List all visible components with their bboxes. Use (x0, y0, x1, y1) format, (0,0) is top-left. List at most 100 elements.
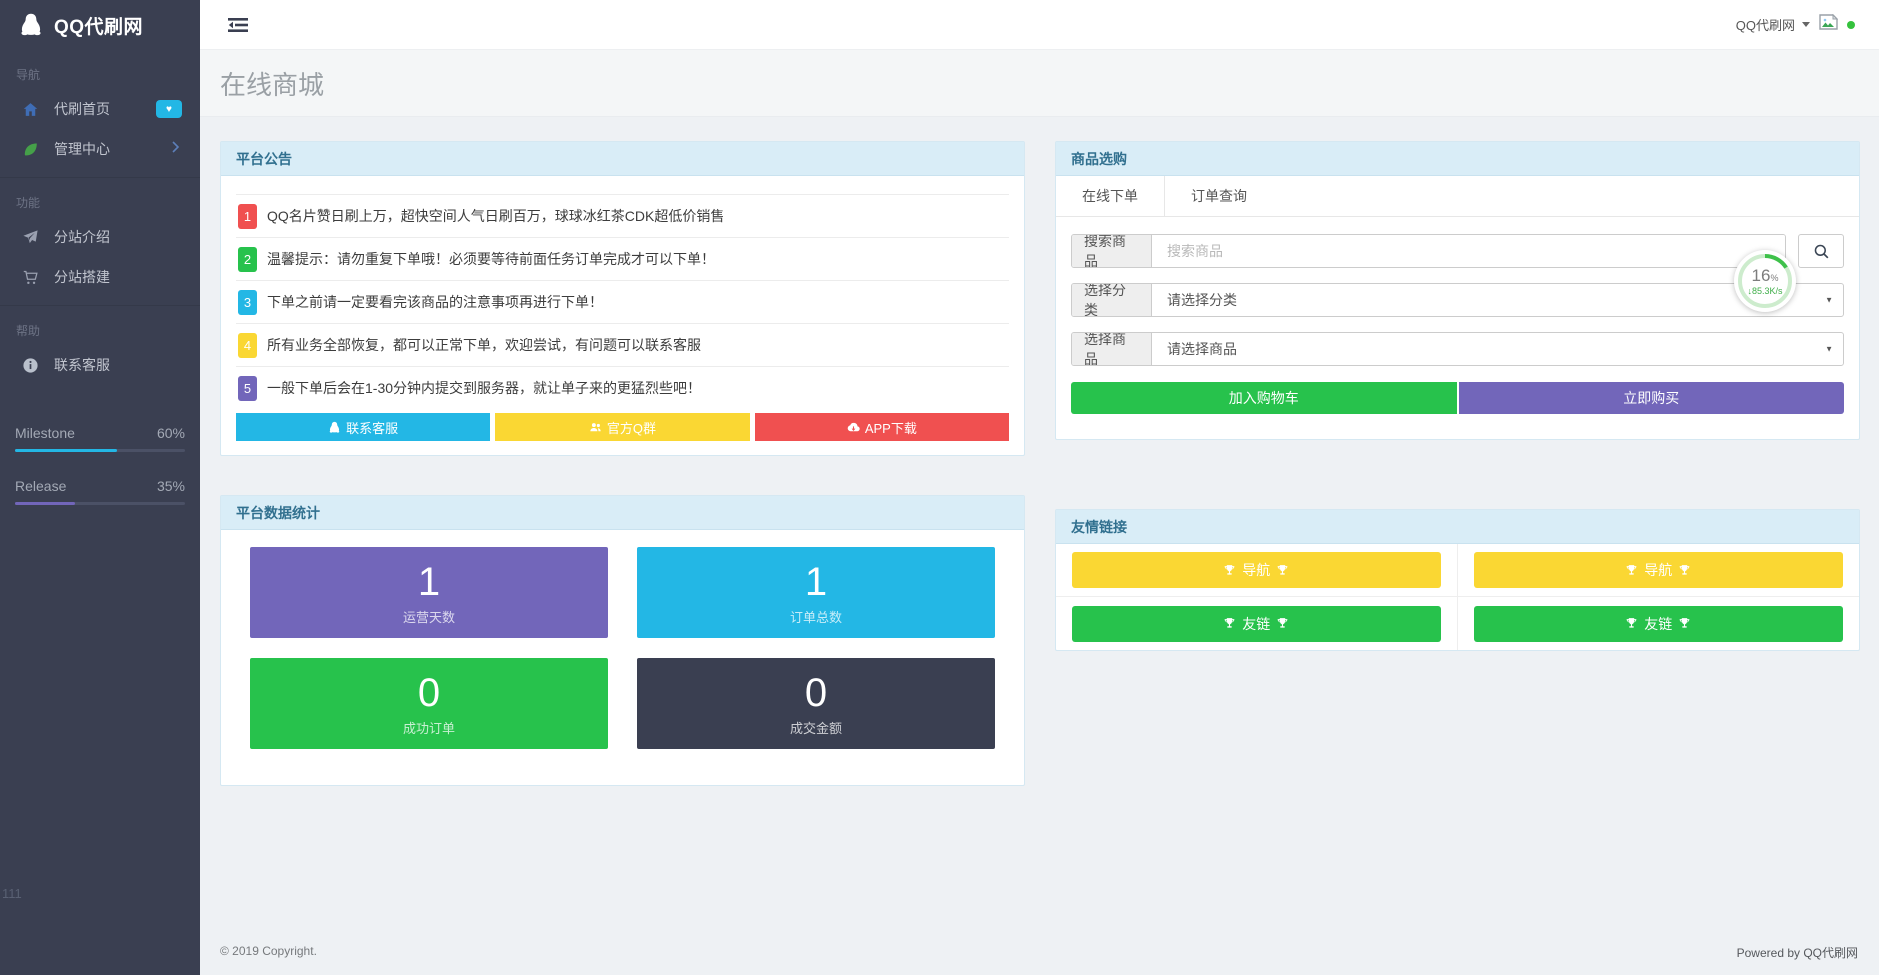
sidebar-section-nav: 导航 代刷首页 ♥ 管理中心 (0, 50, 200, 169)
announcement-item: 5 一般下单后会在1-30分钟内提交到服务器，就让单子来的更猛烈些吧！ (236, 366, 1009, 409)
milestone-progress: Milestone 60% (15, 425, 185, 452)
user-dropdown[interactable]: QQ代刷网 (1736, 15, 1810, 34)
link-cell: 导航 (1458, 544, 1860, 597)
sidebar: QQ代刷网 导航 代刷首页 ♥ 管理中心 功能 (0, 0, 200, 975)
announcement-number-badge: 4 (238, 333, 257, 358)
contact-support-button[interactable]: 联系客服 (236, 413, 490, 441)
sidebar-section-label: 导航 (0, 58, 200, 89)
product-row: 选择商品 请选择商品 ▼ (1071, 332, 1844, 366)
page-title: 在线商城 (220, 65, 324, 102)
info-icon (20, 355, 40, 375)
product-select-value: 请选择商品 (1152, 333, 1843, 365)
progress-value: 60% (157, 425, 185, 441)
friend-link-button[interactable]: 友链 (1474, 606, 1844, 642)
progress-track (15, 449, 185, 452)
caret-down-icon (1802, 22, 1810, 27)
stat-card-amount: 0 成交金额 (637, 658, 995, 749)
sidebar-item-label: 代刷首页 (54, 99, 110, 119)
stat-value: 1 (805, 560, 827, 604)
home-icon (20, 99, 40, 119)
trophy-icon (1678, 617, 1691, 630)
tab-order-query[interactable]: 订单查询 (1165, 176, 1273, 216)
app-download-button[interactable]: APP下载 (755, 413, 1009, 441)
announcement-text: 温馨提示：请勿重复下单哦！必须要等待前面任务订单完成才可以下单！ (267, 249, 715, 269)
link-cell: 友链 (1458, 597, 1860, 650)
right-column: 商品选购 在线下单 订单查询 搜索商品 (1055, 141, 1860, 786)
users-icon (589, 421, 602, 434)
topbar: QQ代刷网 (200, 0, 1879, 50)
main-area: QQ代刷网 在线商城 (200, 0, 1879, 975)
sidebar-section-functions: 功能 分站介绍 分站搭建 (0, 177, 200, 297)
broken-avatar-image-icon (1819, 14, 1838, 35)
category-field-label: 选择分类 (1072, 284, 1152, 316)
search-input[interactable] (1152, 235, 1785, 267)
announcement-number-badge: 5 (238, 376, 257, 401)
app-window: QQ代刷网 导航 代刷首页 ♥ 管理中心 功能 (0, 0, 1879, 975)
search-icon (1813, 243, 1830, 260)
trophy-icon (1625, 617, 1638, 630)
sidebar-item-substation-intro[interactable]: 分站介绍 (0, 217, 200, 257)
download-speed-widget[interactable]: 16% ↓85.3K/s (1734, 250, 1796, 312)
sidebar-item-substation-build[interactable]: 分站搭建 (0, 257, 200, 297)
announcement-buttons: 联系客服 官方Q群 APP下载 (236, 413, 1009, 441)
qq-penguin-icon (18, 12, 44, 38)
link-cell: 友链 (1056, 597, 1458, 650)
sidebar-section-help: 帮助 联系客服 (0, 305, 200, 385)
stat-label: 订单总数 (790, 607, 842, 626)
nav-link-button[interactable]: 导航 (1474, 552, 1844, 588)
sidebar-item-contact-support[interactable]: 联系客服 (0, 345, 200, 385)
footer: © 2019 Copyright. Powered by QQ代刷网 (220, 944, 1858, 961)
stat-value: 1 (418, 560, 440, 604)
announcements-body: 1 QQ名片赞日刷上万，超快空间人气日刷百万，球球冰红茶CDK超低价销售 2 温… (221, 176, 1024, 455)
caret-down-icon: ▼ (1825, 296, 1833, 305)
qq-penguin-icon (328, 421, 341, 434)
announcement-number-badge: 1 (238, 204, 257, 229)
sidebar-item-admin-center[interactable]: 管理中心 (0, 129, 200, 169)
trophy-icon (1276, 617, 1289, 630)
friend-links-grid: 导航 导航 (1056, 544, 1859, 650)
brand-logo[interactable]: QQ代刷网 (0, 0, 200, 50)
category-select[interactable]: 选择分类 请选择分类 ▼ (1071, 283, 1844, 317)
stat-label: 运营天数 (403, 607, 455, 626)
announcement-item: 3 下单之前请一定要看完该商品的注意事项再进行下单！ (236, 280, 1009, 323)
paper-plane-icon (20, 227, 40, 247)
user-name: QQ代刷网 (1736, 15, 1795, 34)
progress-value: 35% (157, 478, 185, 494)
sidebar-toggle-icon[interactable] (228, 14, 252, 36)
announcement-number-badge: 2 (238, 247, 257, 272)
product-select[interactable]: 选择商品 请选择商品 ▼ (1071, 332, 1844, 366)
category-row: 选择分类 请选择分类 ▼ (1071, 283, 1844, 317)
stats-body: 1 运营天数 1 订单总数 0 成功订单 0 成 (221, 530, 1024, 785)
announcement-number-badge: 3 (238, 290, 257, 315)
release-progress: Release 35% (15, 478, 185, 505)
sidebar-item-home[interactable]: 代刷首页 ♥ (0, 89, 200, 129)
sidebar-section-label: 功能 (0, 186, 200, 217)
official-qq-group-button[interactable]: 官方Q群 (495, 413, 749, 441)
sidebar-footnote: 111 (2, 886, 22, 901)
stats-panel: 平台数据统计 1 运营天数 1 订单总数 0 成功订单 (220, 495, 1025, 786)
announcement-text: QQ名片赞日刷上万，超快空间人气日刷百万，球球冰红茶CDK超低价销售 (267, 206, 724, 226)
friend-link-button[interactable]: 友链 (1072, 606, 1441, 642)
sidebar-progress-area: Milestone 60% Release 35% (0, 425, 200, 505)
stat-label: 成交金额 (790, 718, 842, 737)
chevron-right-icon (171, 140, 180, 158)
percent-unit: % (1770, 273, 1778, 283)
search-button[interactable] (1798, 234, 1844, 268)
add-to-cart-button[interactable]: 加入购物车 (1071, 382, 1457, 414)
progress-fill (15, 502, 75, 505)
shop-action-buttons: 加入购物车 立即购买 (1071, 382, 1844, 414)
topbar-right: QQ代刷网 (1736, 14, 1855, 35)
trophy-icon (1276, 564, 1289, 577)
shop-tabs: 在线下单 订单查询 (1056, 176, 1859, 217)
buy-now-button[interactable]: 立即购买 (1459, 382, 1845, 414)
trophy-icon (1678, 564, 1691, 577)
heart-badge: ♥ (156, 100, 182, 118)
stat-card-orders-success: 0 成功订单 (250, 658, 608, 749)
friend-links-panel: 友情链接 导航 导航 (1055, 509, 1860, 651)
product-field-label: 选择商品 (1072, 333, 1152, 365)
brand-name: QQ代刷网 (54, 12, 143, 39)
panel-title: 平台公告 (221, 142, 1024, 176)
sidebar-section-label: 帮助 (0, 314, 200, 345)
tab-online-order[interactable]: 在线下单 (1056, 176, 1165, 216)
nav-link-button[interactable]: 导航 (1072, 552, 1441, 588)
